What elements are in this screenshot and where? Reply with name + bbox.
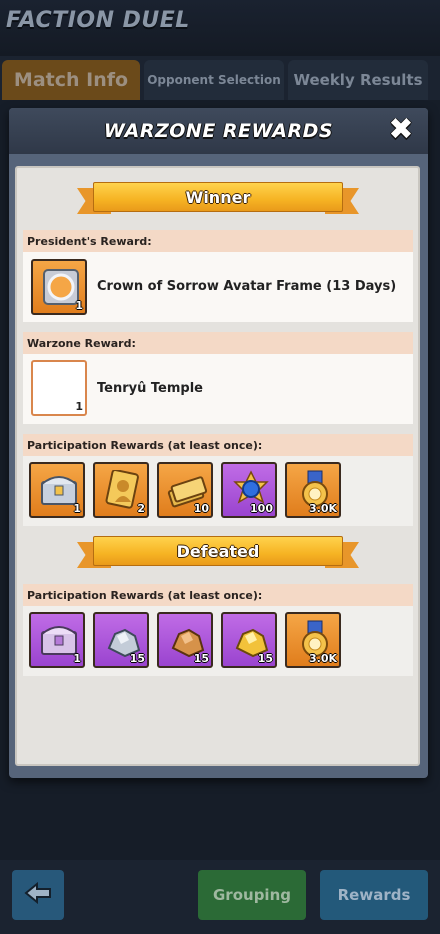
warzone-reward-row: 1 Tenryû Temple <box>23 354 413 424</box>
winner-participation-header: Participation Rewards (at least once): <box>23 434 413 456</box>
close-button[interactable]: ✖ <box>386 115 416 146</box>
warzone-rewards-modal: WARZONE REWARDS ✖ Winner President's Rew… <box>9 108 428 778</box>
reward-item[interactable]: 15 <box>157 612 213 668</box>
defeated-ribbon: Defeated <box>77 536 359 570</box>
defeated-participation-row: 1 15 15 15 3.0K <box>23 606 413 676</box>
tab-opponent-selection[interactable]: Opponent Selection <box>144 60 284 100</box>
item-quantity: 10 <box>193 502 209 515</box>
app-title: FACTION DUEL <box>6 8 190 33</box>
reward-item[interactable]: 100 <box>221 462 277 518</box>
item-quantity: 1 <box>73 652 81 665</box>
reward-item[interactable]: 3.0K <box>285 462 341 518</box>
temple-name: Tenryû Temple <box>97 381 203 396</box>
tab-weekly-results[interactable]: Weekly Results <box>288 60 428 100</box>
item-quantity: 2 <box>137 502 145 515</box>
close-icon: ✖ <box>388 112 414 147</box>
warzone-reward-header: Warzone Reward: <box>23 332 413 354</box>
winner-ribbon-label: Winner <box>185 187 251 207</box>
defeated-ribbon-label: Defeated <box>176 541 260 561</box>
item-quantity: 3.0K <box>308 502 337 515</box>
presidents-reward-header: President's Reward: <box>23 230 413 252</box>
item-quantity: 1 <box>73 502 81 515</box>
item-quantity: 15 <box>193 652 209 665</box>
arrow-left-icon <box>24 881 52 908</box>
winner-participation-row: 1 2 10 100 3.0K <box>23 456 413 526</box>
avatar-frame-item[interactable]: 1 <box>31 259 87 315</box>
modal-header: WARZONE REWARDS ✖ <box>9 108 428 154</box>
item-quantity: 15 <box>257 652 273 665</box>
item-quantity: 3.0K <box>308 652 337 665</box>
defeated-participation-header: Participation Rewards (at least once): <box>23 584 413 606</box>
presidents-reward-row: 1 Crown of Sorrow Avatar Frame (13 Days) <box>23 252 413 322</box>
reward-item[interactable]: 1 <box>29 612 85 668</box>
reward-item[interactable]: 3.0K <box>285 612 341 668</box>
reward-item[interactable]: 15 <box>93 612 149 668</box>
rewards-button[interactable]: Rewards <box>320 870 428 920</box>
reward-item[interactable]: 15 <box>221 612 277 668</box>
reward-item[interactable]: 10 <box>157 462 213 518</box>
reward-item[interactable]: 2 <box>93 462 149 518</box>
temple-item[interactable]: 1 <box>31 360 87 416</box>
back-button[interactable] <box>12 870 64 920</box>
grouping-button[interactable]: Grouping <box>198 870 306 920</box>
item-quantity: 100 <box>250 502 273 515</box>
tab-match-info[interactable]: Match Info <box>2 60 140 100</box>
modal-title: WARZONE REWARDS <box>103 120 334 142</box>
item-quantity: 1 <box>75 400 83 413</box>
reward-item[interactable]: 1 <box>29 462 85 518</box>
item-quantity: 1 <box>75 299 83 312</box>
item-quantity: 15 <box>129 652 145 665</box>
winner-ribbon: Winner <box>77 182 359 216</box>
avatar-frame-name: Crown of Sorrow Avatar Frame (13 Days) <box>97 279 397 294</box>
modal-body[interactable]: Winner President's Reward: 1 Crown of So… <box>15 166 420 766</box>
